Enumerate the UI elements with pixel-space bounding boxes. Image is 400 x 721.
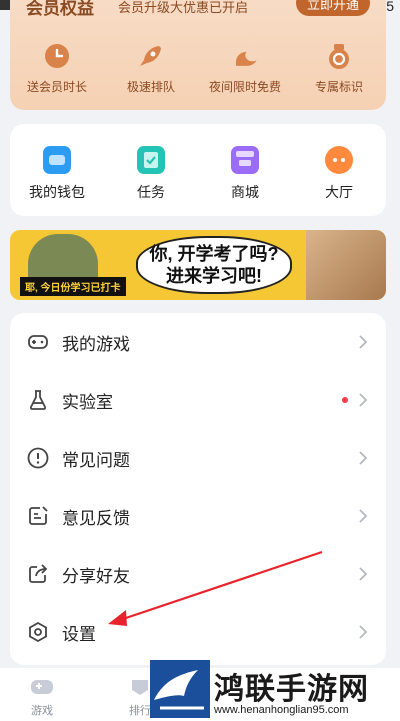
menu-item-my-games[interactable]: 我的游戏 [10, 313, 386, 371]
menu-item-label: 我的游戏 [62, 334, 130, 354]
quick-entries: 我的钱包 任务 商城 大厅 [10, 124, 386, 216]
banner-line-2: 进来学习吧! [166, 266, 262, 286]
chevron-right-icon [359, 451, 368, 465]
watermark-url: www.henanhonglian95.com [214, 704, 349, 716]
chevron-right-icon [359, 625, 368, 639]
vip-subtitle: 会员升级大优惠已开启 [118, 0, 249, 15]
banner-girl-image [306, 230, 386, 300]
clock-icon [43, 42, 71, 70]
menu-item-lab[interactable]: 实验室 [10, 371, 386, 429]
vip-card[interactable]: 会员权益 会员升级大优惠已开启 立即开通 送会员时长 极速排队 夜间限时免费 专… [10, 0, 386, 110]
chevron-right-icon [359, 509, 368, 523]
flask-icon [29, 390, 47, 410]
tab-games[interactable]: 游戏 [22, 676, 62, 718]
vip-title: 会员权益 [26, 0, 94, 18]
vip-item-label: 送会员时长 [26, 80, 87, 94]
hall-icon [325, 146, 353, 174]
menu-item-faq[interactable]: 常见问题 [10, 429, 386, 487]
shop-icon [231, 146, 259, 174]
banner-speech-bubble: 你, 开学考了吗? 进来学习吧! [136, 236, 292, 294]
watermark-logo [150, 660, 210, 718]
site-watermark: 鸿联手游网 www.henanhonglian95.com [150, 660, 400, 721]
status-indicator [0, 0, 10, 10]
tab-label: 游戏 [31, 705, 53, 717]
menu-item-label: 实验室 [62, 392, 113, 412]
quick-entry-task[interactable]: 任务 [104, 124, 198, 216]
vip-item-label: 极速排队 [126, 80, 175, 94]
vip-open-button[interactable]: 立即开通 [296, 0, 370, 16]
quick-entry-label: 大厅 [325, 184, 353, 200]
vip-item-exclusive-badge[interactable]: 专属标识 [292, 42, 386, 95]
chevron-right-icon [359, 393, 368, 407]
feedback-icon [29, 506, 48, 525]
annotation-arrow [108, 550, 323, 626]
vip-item-member-duration[interactable]: 送会员时长 [10, 42, 104, 95]
settings-icon [29, 621, 47, 643]
badge-icon [325, 42, 353, 70]
vip-item-night-free[interactable]: 夜间限时免费 [198, 42, 292, 95]
quick-entry-label: 任务 [137, 184, 165, 200]
menu-item-feedback[interactable]: 意见反馈 [10, 487, 386, 545]
quick-entry-wallet[interactable]: 我的钱包 [10, 124, 104, 216]
moon-icon [231, 42, 259, 70]
vip-item-label: 夜间限时免费 [208, 80, 281, 94]
task-icon [137, 146, 165, 174]
watermark-title: 鸿联手游网 [214, 672, 369, 707]
vip-item-fast-queue[interactable]: 极速排队 [104, 42, 198, 95]
banner-line-1: 你, 开学考了吗? [149, 244, 279, 264]
wallet-icon [43, 146, 71, 174]
game-tab-icon [31, 680, 53, 694]
promo-banner[interactable]: 耶, 今日份学习已打卡 你, 开学考了吗? 进来学习吧! [10, 230, 386, 300]
menu-item-label: 设置 [62, 624, 96, 644]
info-icon [27, 447, 49, 469]
quick-entry-label: 商城 [231, 184, 259, 200]
quick-entry-shop[interactable]: 商城 [198, 124, 292, 216]
share-icon [29, 564, 48, 583]
quick-entry-hall[interactable]: 大厅 [292, 124, 386, 216]
chevron-right-icon [359, 567, 368, 581]
gamepad-icon [28, 335, 48, 349]
banner-caption: 耶, 今日份学习已打卡 [20, 277, 126, 296]
chevron-right-icon [359, 335, 368, 349]
menu-item-label: 意见反馈 [62, 508, 130, 528]
tab-label: 排行 [129, 705, 151, 717]
notification-dot [342, 397, 348, 403]
vip-item-label: 专属标识 [314, 80, 363, 94]
quick-entry-label: 我的钱包 [29, 184, 85, 200]
rocket-icon [137, 42, 165, 70]
menu-item-label: 常见问题 [62, 450, 130, 470]
